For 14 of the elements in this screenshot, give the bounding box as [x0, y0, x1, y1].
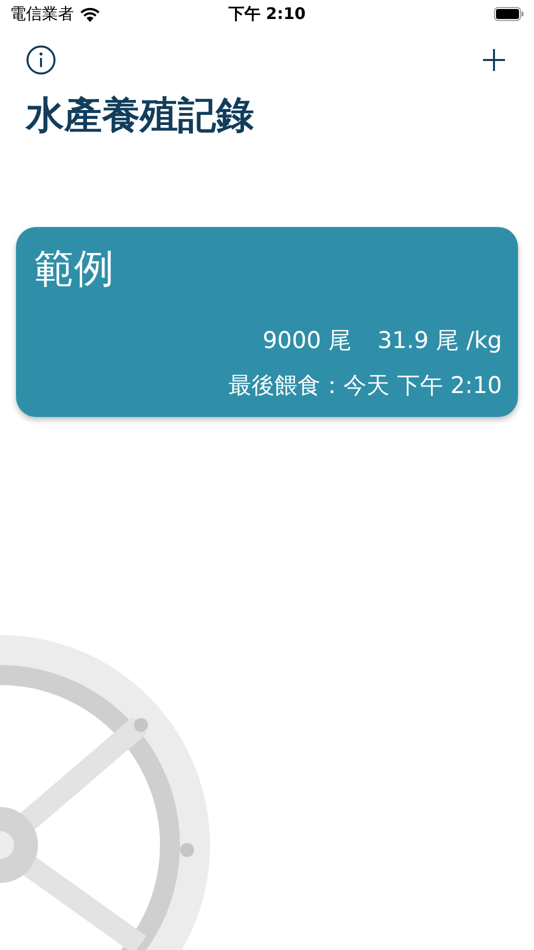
record-card[interactable]: 範例 9000 尾 31.9 尾 /kg 最後餵食：今天 下午 2:10	[16, 227, 518, 417]
add-button[interactable]	[480, 46, 508, 74]
add-icon	[482, 48, 506, 72]
info-icon	[26, 45, 56, 75]
record-name: 範例	[34, 245, 114, 294]
info-button[interactable]	[24, 43, 58, 77]
carrier-name: 電信業者	[10, 4, 74, 24]
status-time: 下午 2:10	[228, 4, 306, 24]
page-title: 水產養殖記錄	[26, 92, 255, 139]
fish-per-kg: 31.9 尾 /kg	[377, 327, 502, 356]
last-fed-time: 最後餵食：今天 下午 2:10	[228, 372, 502, 401]
wifi-icon	[80, 6, 100, 22]
battery-icon	[494, 7, 524, 21]
fish-count: 9000 尾	[262, 327, 352, 356]
